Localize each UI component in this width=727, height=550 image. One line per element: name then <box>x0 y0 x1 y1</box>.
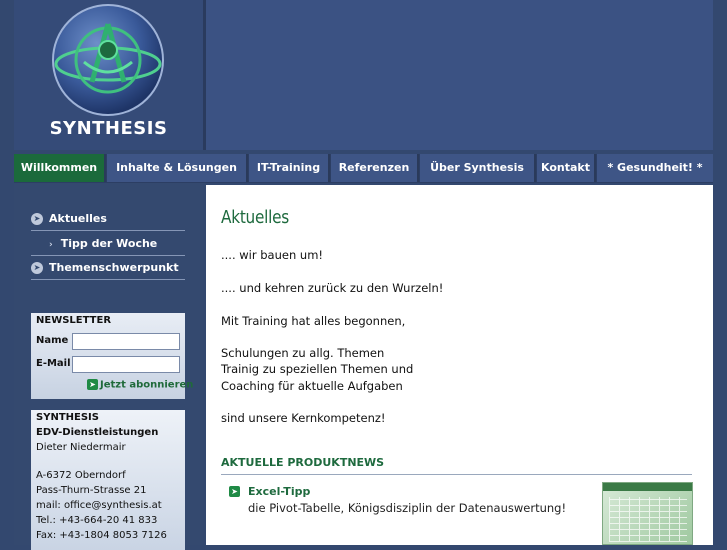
sidebar-item-themenschwerpunkt[interactable]: ➤ Themenschwerpunkt <box>31 257 185 280</box>
news-thumbnail-image[interactable] <box>602 482 693 545</box>
main-content: Aktuelles .... wir bauen um! .... und ke… <box>206 185 713 545</box>
news-item-description: die Pivot-Tabelle, Königsdisziplin der D… <box>248 501 567 515</box>
nav-item-ueber-synthesis[interactable]: Über Synthesis <box>420 154 536 182</box>
arrow-right-icon: ➤ <box>87 379 98 390</box>
thumbnail-spreadsheet-grid <box>609 497 687 542</box>
bullet-icon: › <box>49 240 53 250</box>
sidebar-item-tipp-der-woche[interactable]: › Tipp der Woche <box>31 233 185 256</box>
brand-name: SYNTHESIS <box>49 118 168 139</box>
sidebar-item-label: Aktuelles <box>49 212 107 225</box>
paragraph: Trainig zu speziellen Themen und <box>221 362 414 376</box>
news-item-title-link[interactable]: Excel-Tipp <box>248 485 310 498</box>
contact-company: SYNTHESIS <box>36 412 99 423</box>
sidebar: ➤ Aktuelles › Tipp der Woche ➤ Themenschwer… <box>14 183 203 550</box>
newsletter-box: NEWSLETTER Name E-Mail ➤ Jetzt abonnieren <box>31 313 193 399</box>
page-title: Aktuelles <box>221 207 290 228</box>
contact-fax: Fax: +43-1804 8053 7126 <box>36 530 167 541</box>
news-heading: AKTUELLE PRODUKTNEWS <box>221 456 385 469</box>
nav-item-kontakt[interactable]: Kontakt <box>537 154 596 182</box>
arrow-right-icon: ➤ <box>229 486 240 497</box>
nav-item-gesundheit[interactable]: * Gesundheit! * <box>597 154 713 182</box>
logo-panel[interactable]: SYNTHESIS <box>14 0 203 150</box>
contact-subtitle: EDV-Dienstleistungen <box>36 427 159 438</box>
newsletter-name-label: Name <box>36 335 69 346</box>
paragraph: Mit Training hat alles begonnen, <box>221 314 406 328</box>
sidebar-item-label: Tipp der Woche <box>60 237 158 250</box>
thumbnail-titlebar <box>603 483 692 491</box>
arrow-right-icon: ➤ <box>31 213 43 225</box>
header: SYNTHESIS <box>14 0 713 150</box>
nav-item-willkommen[interactable]: Willkommen <box>14 154 106 182</box>
contact-street: Pass-Thurn-Strasse 21 <box>36 485 147 496</box>
header-divider <box>203 0 206 150</box>
newsletter-title: NEWSLETTER <box>36 315 112 326</box>
contact-box: SYNTHESIS EDV-Dienstleistungen Dieter Ni… <box>31 410 185 550</box>
sidebar-item-label: Themenschwerpunkt <box>49 261 179 274</box>
sidebar-item-aktuelles[interactable]: ➤ Aktuelles <box>31 208 185 231</box>
paragraph: sind unsere Kernkompetenz! <box>221 411 386 425</box>
nav-item-inhalte-loesungen[interactable]: Inhalte & Lösungen <box>107 154 248 182</box>
arrow-right-icon: ➤ <box>31 262 43 274</box>
contact-email[interactable]: mail: office@synthesis.at <box>36 500 162 511</box>
newsletter-email-label: E-Mail <box>36 358 71 369</box>
newsletter-subscribe-label: Jetzt abonnieren <box>100 379 194 391</box>
main-nav: Willkommen Inhalte & Lösungen IT-Trainin… <box>14 154 713 183</box>
newsletter-subscribe-button[interactable]: ➤ Jetzt abonnieren <box>87 379 193 391</box>
paragraph: Schulungen zu allg. Themen <box>221 346 385 360</box>
nav-item-it-training[interactable]: IT-Training <box>249 154 330 182</box>
contact-city: A-6372 Oberndorf <box>36 470 126 481</box>
paragraph: .... und kehren zurück zu den Wurzeln! <box>221 281 444 295</box>
paragraph: .... wir bauen um! <box>221 248 324 262</box>
news-divider <box>221 474 692 475</box>
newsletter-email-input[interactable] <box>72 356 180 373</box>
paragraph: Coaching für aktuelle Aufgaben <box>221 379 403 393</box>
nav-item-referenzen[interactable]: Referenzen <box>331 154 419 182</box>
contact-person: Dieter Niedermair <box>36 442 126 453</box>
contact-phone: Tel.: +43-664-20 41 833 <box>36 515 158 526</box>
newsletter-name-input[interactable] <box>72 333 180 350</box>
synthesis-logo-icon <box>52 4 164 116</box>
